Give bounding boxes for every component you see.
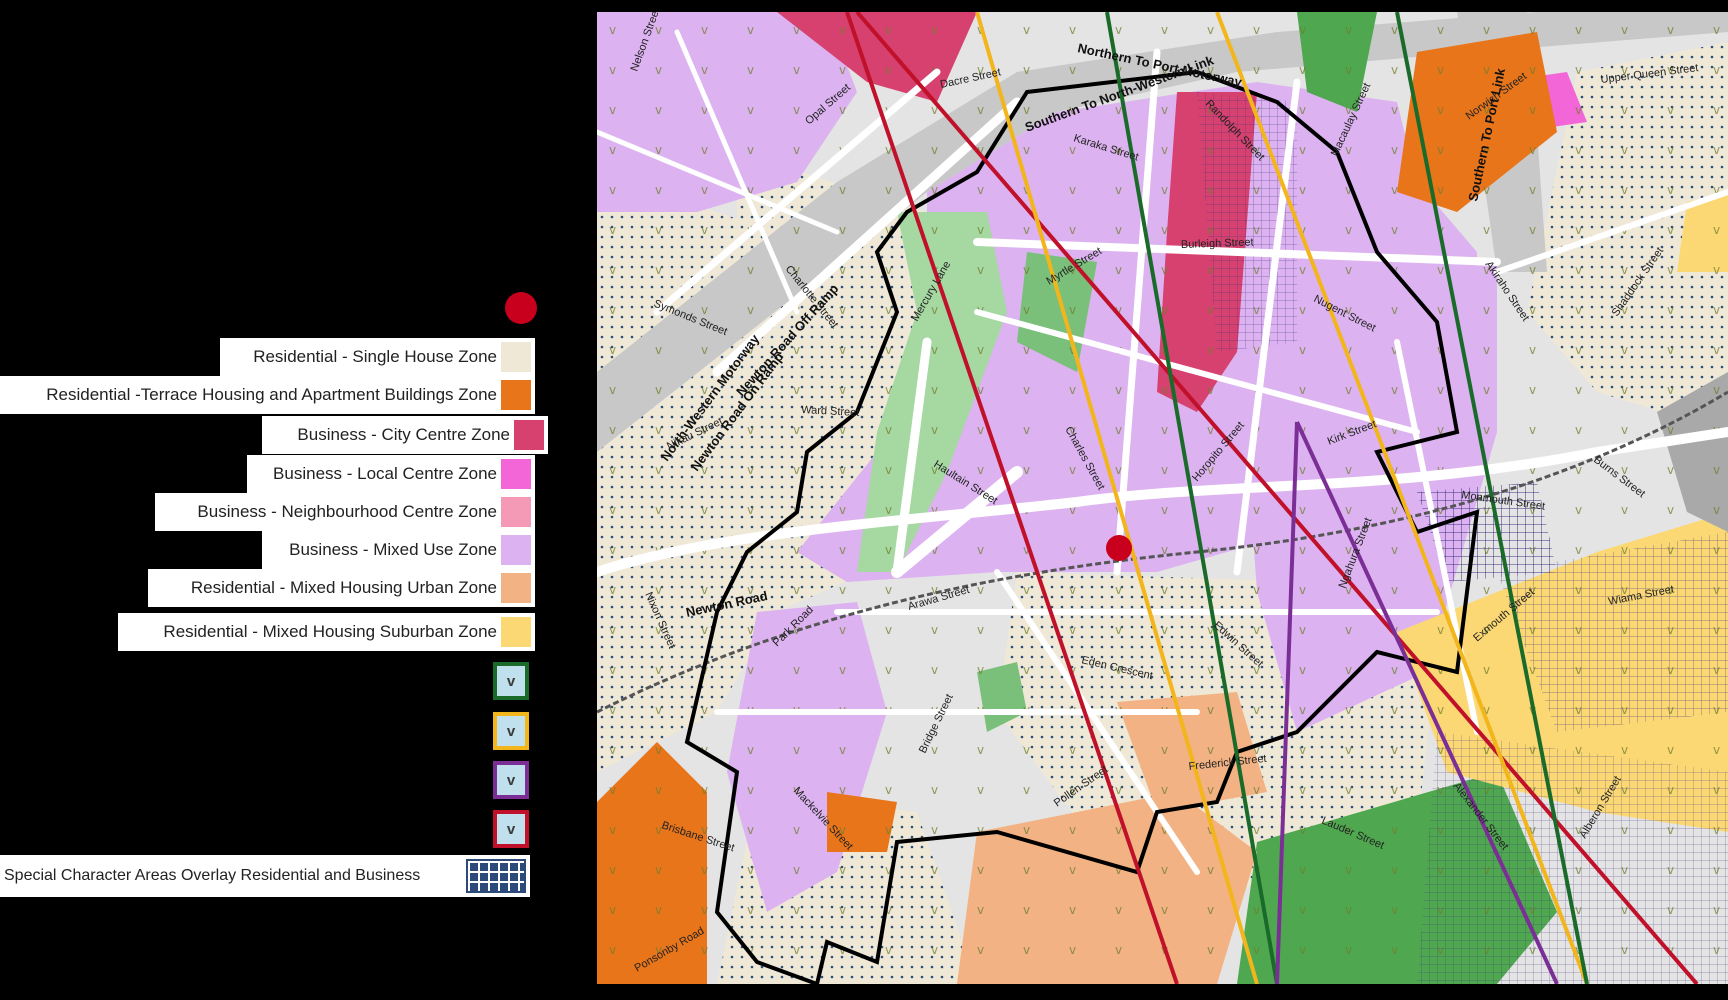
legend-item: Residential -Terrace Housing and Apartme… xyxy=(0,376,535,414)
overlay-swatch-icon: v xyxy=(493,761,529,799)
legend-item-label: Business - Neighbourhood Centre Zone xyxy=(197,502,497,521)
legend-item-label: Residential - Mixed Housing Urban Zone xyxy=(190,578,497,597)
legend-item: Business - Mixed Use Zone xyxy=(262,531,535,569)
legend-item-label: Residential -Terrace Housing and Apartme… xyxy=(46,385,497,404)
street-label: Burleigh Street xyxy=(1181,236,1254,251)
legend-item-label: Business - Local Centre Zone xyxy=(273,464,497,483)
legend-item: Residential - Single House Zone xyxy=(220,338,535,376)
legend-item-special-character: Special Character Areas Overlay Resident… xyxy=(0,855,530,897)
overlay-swatch-icon: v xyxy=(493,712,529,750)
map-legend: Residential - Single House Zone Residenti… xyxy=(0,0,560,1000)
legend-item-label: Residential - Mixed Housing Suburban Zon… xyxy=(163,622,497,641)
legend-item-label: Residential - Single House Zone xyxy=(253,347,497,366)
legend-item-label: Business - City Centre Zone xyxy=(297,425,510,444)
legend-item-label: Business - Mixed Use Zone xyxy=(289,540,497,559)
legend-item: Residential - Mixed Housing Suburban Zon… xyxy=(118,613,535,651)
legend-item: Business - City Centre Zone xyxy=(262,416,548,454)
legend-item: Residential - Mixed Housing Urban Zone xyxy=(148,569,535,607)
legend-item: Business - Neighbourhood Centre Zone xyxy=(155,493,535,531)
legend-swatch xyxy=(501,617,531,647)
legend-swatch xyxy=(501,342,531,372)
legend-swatch xyxy=(514,420,544,450)
legend-swatch xyxy=(501,459,531,489)
legend-item-label: Special Character Areas Overlay Resident… xyxy=(4,867,421,884)
location-marker-icon xyxy=(505,292,537,324)
location-marker-icon xyxy=(1106,535,1132,561)
legend-swatch xyxy=(501,535,531,565)
legend-item: Business - Local Centre Zone xyxy=(247,455,535,493)
overlay-swatch-icon: v xyxy=(493,662,529,700)
special-character-swatch-icon xyxy=(466,859,526,893)
legend-swatch xyxy=(501,497,531,527)
zoning-map[interactable]: v xyxy=(597,12,1728,984)
legend-swatch xyxy=(501,573,531,603)
zoning-map-canvas[interactable]: v xyxy=(597,12,1728,984)
legend-swatch xyxy=(501,380,531,410)
overlay-swatch-icon: v xyxy=(493,810,529,848)
